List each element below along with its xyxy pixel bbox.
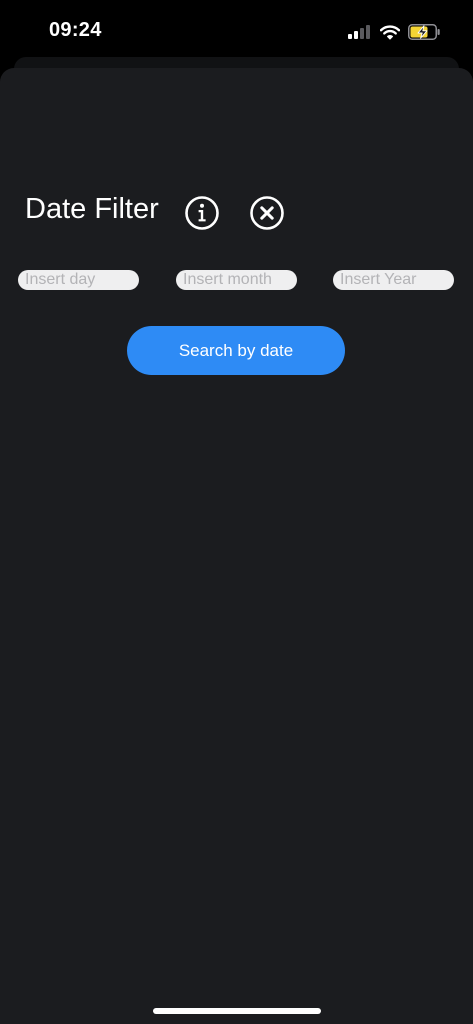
- wifi-icon: [379, 24, 401, 40]
- status-time: 09:24: [49, 19, 102, 41]
- page-title: Date Filter: [25, 193, 159, 225]
- battery-charging-icon: [408, 24, 441, 40]
- status-icons: [348, 22, 441, 42]
- search-by-date-button[interactable]: Search by date: [127, 326, 345, 375]
- home-indicator[interactable]: [153, 1008, 321, 1014]
- month-input[interactable]: [176, 270, 297, 290]
- day-input[interactable]: [18, 270, 139, 290]
- status-bar: 09:24: [0, 0, 473, 56]
- info-icon[interactable]: [184, 195, 220, 231]
- year-input[interactable]: [333, 270, 454, 290]
- close-circle-icon[interactable]: [249, 195, 285, 231]
- cellular-signal-icon: [348, 25, 372, 39]
